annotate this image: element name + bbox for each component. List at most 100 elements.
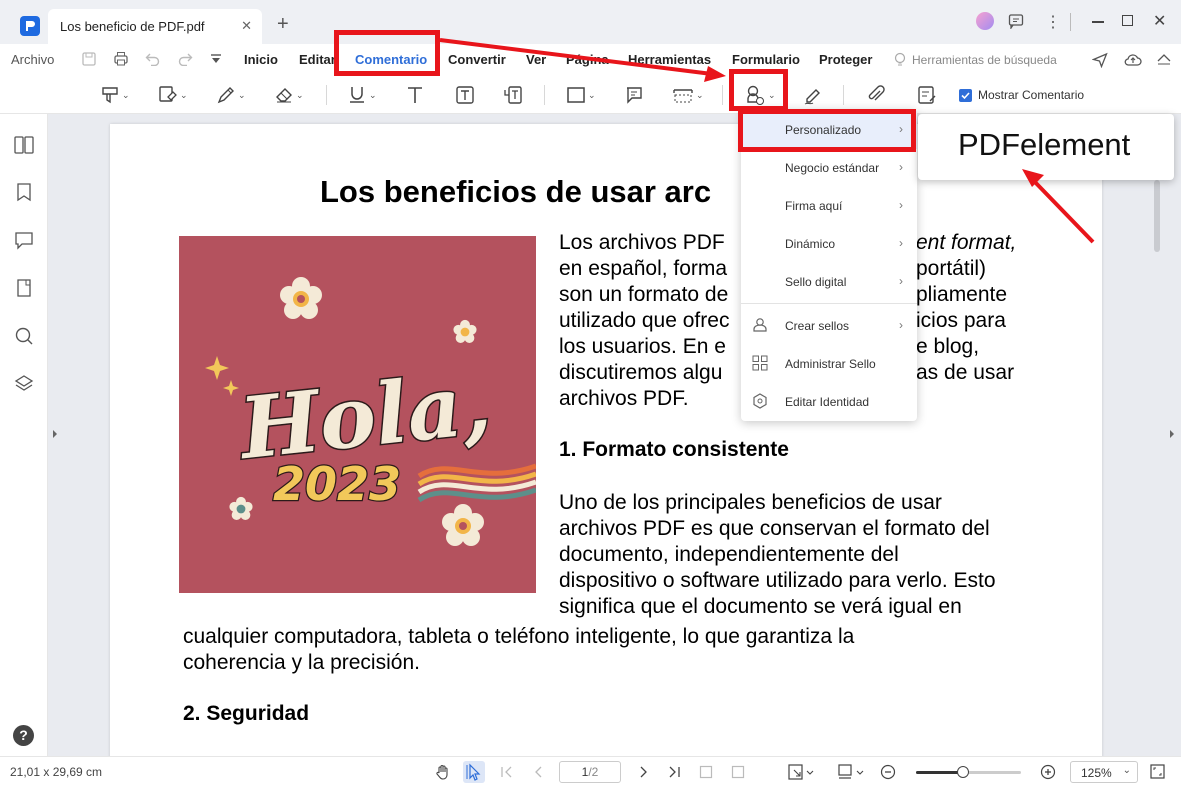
menu-editar[interactable]: Editar bbox=[299, 52, 336, 67]
help-icon[interactable]: ? bbox=[13, 725, 34, 746]
menu-convertir[interactable]: Convertir bbox=[448, 52, 506, 67]
first-page-icon[interactable] bbox=[500, 765, 514, 779]
menu-item-administrar-sello[interactable]: Administrar Sello bbox=[741, 345, 917, 383]
menu-item-crear-sellos[interactable]: Crear sellos › bbox=[741, 307, 917, 345]
page-number-input[interactable]: 1/2 bbox=[559, 761, 621, 783]
area-highlight-tool[interactable]: ⌄ bbox=[158, 83, 188, 107]
left-sidebar: ? bbox=[0, 114, 48, 756]
last-page-icon[interactable] bbox=[667, 765, 681, 779]
underline-tool[interactable]: ⌄ bbox=[347, 83, 377, 107]
attachment-tool[interactable] bbox=[866, 83, 886, 107]
textbox-tool[interactable] bbox=[455, 83, 475, 107]
comment-panel-icon[interactable] bbox=[14, 230, 34, 250]
lightbulb-icon bbox=[893, 52, 907, 68]
quick-access-dropdown-icon[interactable] bbox=[210, 53, 222, 65]
user-avatar[interactable] bbox=[976, 12, 994, 30]
search-icon[interactable] bbox=[14, 326, 34, 346]
text-tool[interactable] bbox=[405, 83, 425, 107]
heading-formato: 1. Formato consistente bbox=[559, 438, 789, 461]
show-comments-toggle[interactable]: Mostrar Comentario bbox=[959, 83, 1084, 107]
zoom-slider-fill bbox=[916, 771, 963, 774]
pdf-page: Los beneficios de usar arc Hola, 2023 Lo… bbox=[110, 124, 1102, 756]
hand-tool-icon[interactable] bbox=[435, 764, 451, 780]
fit-page-icon[interactable] bbox=[788, 764, 814, 780]
layers-icon[interactable] bbox=[14, 374, 34, 394]
page-layout-icon[interactable] bbox=[837, 764, 865, 780]
shape-tool[interactable]: ⌄ bbox=[566, 83, 596, 107]
menu-formulario[interactable]: Formulario bbox=[732, 52, 800, 67]
menu-item-dinamico[interactable]: Dinámico › bbox=[741, 225, 917, 263]
save-icon[interactable] bbox=[82, 52, 96, 66]
rectangle-icon bbox=[567, 87, 585, 103]
search-tools-link[interactable]: Herramientas de búsqueda bbox=[912, 53, 1057, 67]
document-tab[interactable]: Los beneficio de PDF.pdf ✕ bbox=[48, 9, 262, 44]
custom-stamp-submenu: PDFelement bbox=[918, 114, 1174, 180]
cloud-upload-icon[interactable] bbox=[1124, 52, 1142, 68]
minimize-icon[interactable] bbox=[1092, 21, 1104, 23]
document-canvas[interactable]: Los beneficios de usar arc Hola, 2023 Lo… bbox=[48, 114, 1181, 756]
zoom-in-icon[interactable] bbox=[1040, 764, 1057, 781]
menu-ver[interactable]: Ver bbox=[526, 52, 546, 67]
pencil-tool[interactable]: ⌄ bbox=[216, 83, 246, 107]
rotate-right-icon[interactable] bbox=[731, 765, 745, 779]
redo-icon[interactable] bbox=[177, 52, 193, 66]
chevron-right-icon: › bbox=[899, 274, 903, 288]
menu-item-sello-digital[interactable]: Sello digital › bbox=[741, 263, 917, 301]
toolbar-divider bbox=[326, 85, 327, 105]
pdfelement-stamp-item[interactable]: PDFelement bbox=[958, 127, 1130, 163]
hexagon-icon bbox=[752, 393, 768, 409]
menu-item-firma-aqui[interactable]: Firma aquí › bbox=[741, 187, 917, 225]
collapse-ribbon-icon[interactable] bbox=[1157, 53, 1171, 65]
new-tab-button[interactable]: + bbox=[277, 13, 289, 36]
more-options-icon[interactable]: ⋮ bbox=[1045, 12, 1061, 32]
scrollbar[interactable] bbox=[1154, 180, 1160, 252]
attachment-panel-icon[interactable] bbox=[14, 278, 34, 298]
textbox-icon bbox=[456, 86, 474, 104]
chevron-right-icon: › bbox=[899, 318, 903, 332]
zoom-slider[interactable] bbox=[916, 766, 1021, 778]
heading-seguridad: 2. Seguridad bbox=[183, 702, 310, 725]
menu-archivo[interactable]: Archivo bbox=[11, 52, 54, 67]
checkbox[interactable] bbox=[959, 88, 972, 102]
measure-tool[interactable]: ⌄ bbox=[672, 83, 704, 107]
zoom-select[interactable]: 125% ⌄ bbox=[1070, 761, 1138, 783]
menu-inicio[interactable]: Inicio bbox=[244, 52, 278, 67]
bookmark-icon[interactable] bbox=[14, 182, 34, 202]
highlighter-icon bbox=[102, 87, 118, 104]
menu-herramientas[interactable]: Herramientas bbox=[628, 52, 711, 67]
undo-icon[interactable] bbox=[145, 52, 161, 66]
close-window-icon[interactable]: ✕ bbox=[1153, 11, 1166, 31]
rotate-left-icon[interactable] bbox=[699, 765, 713, 779]
toolbar-divider bbox=[843, 85, 844, 105]
year-text: 2023 bbox=[273, 457, 401, 511]
menu-item-negocio-estandar[interactable]: Negocio estándar › bbox=[741, 149, 917, 187]
zoom-out-icon[interactable] bbox=[880, 764, 897, 781]
expand-left-icon[interactable] bbox=[52, 430, 58, 438]
signature-tool[interactable] bbox=[803, 83, 823, 107]
prev-page-icon[interactable] bbox=[532, 765, 546, 779]
pencil-icon bbox=[217, 87, 234, 104]
comment-list-tool[interactable] bbox=[917, 83, 937, 107]
next-page-icon[interactable] bbox=[636, 765, 650, 779]
fullscreen-icon[interactable] bbox=[1150, 764, 1165, 779]
note-tool[interactable] bbox=[624, 83, 644, 107]
print-icon[interactable] bbox=[113, 51, 129, 67]
select-tool-icon[interactable] bbox=[463, 761, 485, 783]
callout-tool[interactable] bbox=[503, 83, 523, 107]
page-size-label: 21,01 x 29,69 cm bbox=[10, 765, 103, 779]
sticky-note-tool[interactable]: ⌄ bbox=[100, 83, 130, 107]
measure-icon bbox=[673, 89, 693, 103]
pages-panel-icon[interactable] bbox=[14, 136, 34, 154]
expand-right-icon[interactable] bbox=[1169, 430, 1175, 438]
tab-close-icon[interactable]: ✕ bbox=[241, 18, 252, 34]
menu-pagina[interactable]: Página bbox=[566, 52, 609, 67]
share-icon[interactable] bbox=[1092, 52, 1108, 68]
hola-2023-image: Hola, 2023 bbox=[179, 236, 536, 593]
zoom-slider-thumb[interactable] bbox=[957, 766, 969, 778]
feedback-icon[interactable] bbox=[1008, 13, 1024, 29]
menu-proteger[interactable]: Proteger bbox=[819, 52, 872, 67]
show-comments-label: Mostrar Comentario bbox=[978, 88, 1085, 102]
eraser-tool[interactable]: ⌄ bbox=[274, 83, 304, 107]
maximize-icon[interactable] bbox=[1122, 15, 1133, 26]
menu-item-editar-identidad[interactable]: Editar Identidad bbox=[741, 383, 917, 421]
